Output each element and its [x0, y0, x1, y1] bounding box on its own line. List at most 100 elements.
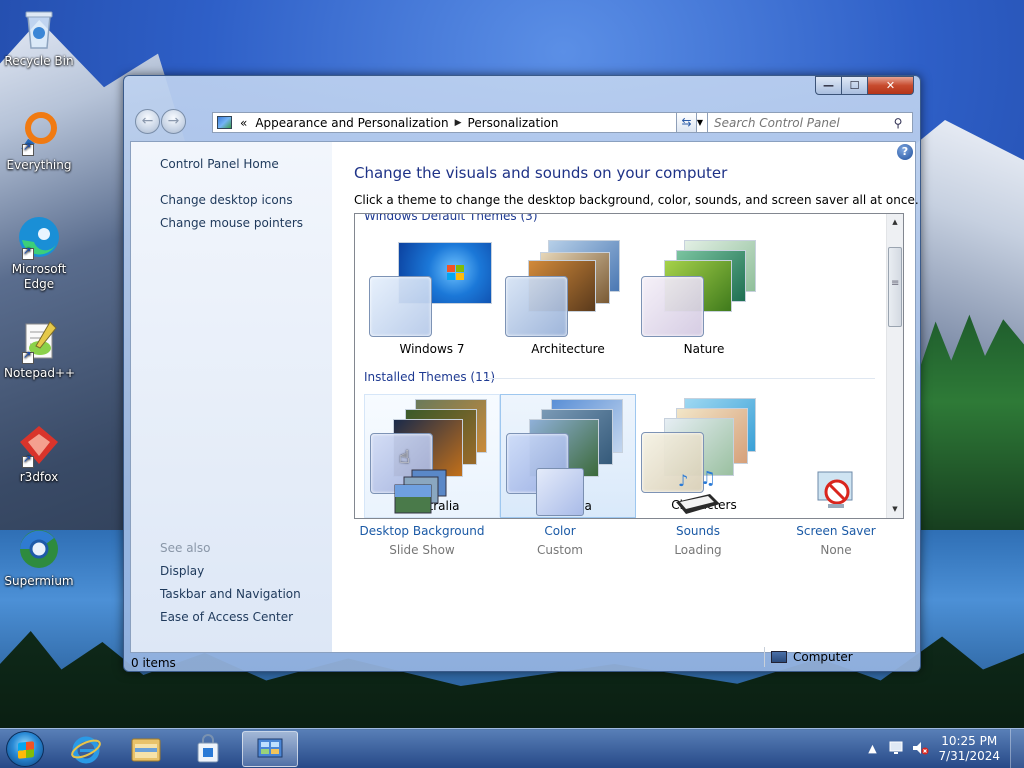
- minimize-button[interactable]: —: [815, 76, 842, 95]
- shortcut-arrow-icon: [22, 454, 34, 468]
- taskbar-internet-explorer[interactable]: [58, 731, 114, 767]
- control-panel-icon: [217, 116, 232, 129]
- address-bar[interactable]: « Appearance and Personalization ▶ Perso…: [212, 112, 710, 133]
- theme-name: Nature: [683, 342, 725, 356]
- scroll-up-icon[interactable]: ▲: [887, 214, 903, 231]
- network-icon[interactable]: [887, 740, 905, 758]
- breadcrumb-overflow[interactable]: «: [236, 116, 251, 130]
- svg-text:♫: ♫: [700, 468, 716, 489]
- show-desktop-button[interactable]: [1010, 729, 1024, 768]
- recycle-bin-icon: [16, 6, 62, 52]
- notepad-plus-plus-icon: [16, 318, 62, 364]
- start-button[interactable]: [6, 731, 44, 767]
- close-button[interactable]: ✕: [868, 76, 914, 95]
- theme-color-swatch: [369, 276, 432, 337]
- screen-saver-link[interactable]: Screen Saver: [761, 524, 911, 538]
- theme-color-swatch: [641, 276, 704, 337]
- desktop-icon-notepad-plus-plus[interactable]: Notepad++: [4, 318, 75, 381]
- theme-windows-7[interactable]: Windows 7: [364, 238, 500, 362]
- color-value: Custom: [537, 543, 583, 557]
- see-also-title: See also: [160, 541, 211, 555]
- theme-group-title: Windows Default Themes (3): [364, 213, 538, 223]
- computer-icon: [771, 651, 787, 663]
- taskbar: ▲ 10:25 PM 7/31/2024: [0, 728, 1024, 768]
- desktop-icon-microsoft-edge[interactable]: Microsoft Edge: [4, 214, 74, 292]
- status-location: Computer: [764, 647, 910, 667]
- internet-explorer-icon: [71, 736, 101, 764]
- color-swatch-icon: [536, 468, 584, 516]
- control-panel-icon: [257, 738, 283, 758]
- desktop-icon-supermium[interactable]: Supermium: [4, 526, 74, 589]
- desktop-icon-r3dfox[interactable]: r3dfox: [4, 422, 74, 485]
- change-mouse-pointers-link[interactable]: Change mouse pointers: [160, 216, 303, 230]
- volume-muted-icon[interactable]: [911, 740, 929, 758]
- taskbar-store[interactable]: [180, 731, 236, 767]
- desktop-background-value: Slide Show: [389, 543, 455, 557]
- desktop-icon-label: Recycle Bin: [4, 54, 74, 68]
- everything-search-icon: [16, 110, 62, 156]
- clock-time: 10:25 PM: [941, 734, 998, 748]
- desktop-icon-label: r3dfox: [19, 470, 59, 484]
- search-input[interactable]: [714, 115, 890, 130]
- search-box[interactable]: ⚲: [707, 112, 913, 133]
- scrollbar-thumb[interactable]: [888, 247, 902, 327]
- desktop-icon-recycle-bin[interactable]: Recycle Bin: [4, 6, 74, 69]
- main-pane: ? Change the visuals and sounds on your …: [332, 142, 919, 652]
- navigation-bar: ← → « Appearance and Personalization ▶ P…: [132, 109, 913, 135]
- theme-settings-row: Desktop Background Slide Show Color Cust…: [332, 468, 915, 572]
- sounds-link[interactable]: Sounds: [623, 524, 773, 538]
- folder-icon: [131, 738, 161, 762]
- maximize-button[interactable]: ☐: [842, 76, 868, 95]
- desktop-background-icon: [394, 468, 447, 516]
- show-hidden-icons-icon[interactable]: ▲: [863, 740, 881, 758]
- edge-browser-icon: [16, 214, 62, 260]
- taskbar-control-panel[interactable]: [242, 731, 298, 767]
- desktop-background-link[interactable]: Desktop Background: [347, 524, 497, 538]
- shortcut-arrow-icon: [22, 246, 34, 260]
- content-area: Control Panel Home Change desktop icons …: [130, 141, 919, 653]
- breadcrumb-appearance[interactable]: Appearance and Personalization: [251, 116, 452, 130]
- window-controls: — ☐ ✕: [815, 76, 914, 95]
- system-tray: ▲ 10:25 PM 7/31/2024: [860, 729, 1024, 768]
- desktop-icon-everything[interactable]: Everything: [4, 110, 74, 173]
- theme-name: Architecture: [531, 342, 605, 356]
- color-setting[interactable]: Color Custom: [485, 468, 635, 557]
- theme-nature[interactable]: Nature: [636, 238, 772, 362]
- screen-saver-icon: [812, 468, 860, 516]
- color-link[interactable]: Color: [485, 524, 635, 538]
- desktop-icon-label: Microsoft Edge: [11, 262, 67, 291]
- refresh-icon: ⇆: [681, 115, 692, 129]
- breadcrumb-personalization[interactable]: Personalization: [464, 116, 563, 130]
- desktop-background-setting[interactable]: Desktop Background Slide Show: [347, 468, 497, 557]
- desktop-icon-label: Everything: [6, 158, 72, 172]
- search-icon[interactable]: ⚲: [890, 116, 906, 130]
- shopping-bag-icon: [197, 734, 219, 763]
- arrow-right-icon: →: [167, 113, 180, 129]
- taskbar-navigation-link[interactable]: Taskbar and Navigation: [160, 587, 301, 601]
- screen-saver-setting[interactable]: Screen Saver None: [761, 468, 911, 557]
- page-title: Change the visuals and sounds on your co…: [354, 164, 728, 182]
- display-link[interactable]: Display: [160, 564, 204, 578]
- control-panel-home-link[interactable]: Control Panel Home: [160, 157, 279, 171]
- left-task-pane: Control Panel Home Change desktop icons …: [131, 142, 332, 652]
- back-button[interactable]: ←: [135, 109, 160, 134]
- refresh-button[interactable]: ⇆: [676, 112, 697, 133]
- theme-architecture[interactable]: Architecture: [500, 238, 636, 362]
- sounds-value: Loading: [674, 543, 722, 557]
- sounds-setting[interactable]: ♪ ♫ Sounds Loading: [623, 468, 773, 557]
- change-desktop-icons-link[interactable]: Change desktop icons: [160, 193, 293, 207]
- clock[interactable]: 10:25 PM 7/31/2024: [938, 734, 1000, 764]
- supermium-icon: [16, 526, 62, 572]
- forward-button[interactable]: →: [161, 109, 186, 134]
- status-item-count: 0 items: [131, 656, 176, 670]
- desktop-icon-label: Supermium: [4, 574, 74, 588]
- group-divider: [485, 378, 875, 379]
- breadcrumb-chevron-icon[interactable]: ▶: [453, 118, 464, 128]
- help-icon[interactable]: ?: [897, 144, 913, 160]
- personalization-window: — ☐ ✕ ← → « Appearance and Personalizati…: [123, 75, 921, 672]
- sounds-keyboard-icon: ♪ ♫: [674, 468, 722, 516]
- taskbar-file-explorer[interactable]: [118, 731, 174, 767]
- ease-of-access-link[interactable]: Ease of Access Center: [160, 610, 293, 624]
- shortcut-arrow-icon: [22, 350, 34, 364]
- svg-text:♪: ♪: [678, 471, 688, 490]
